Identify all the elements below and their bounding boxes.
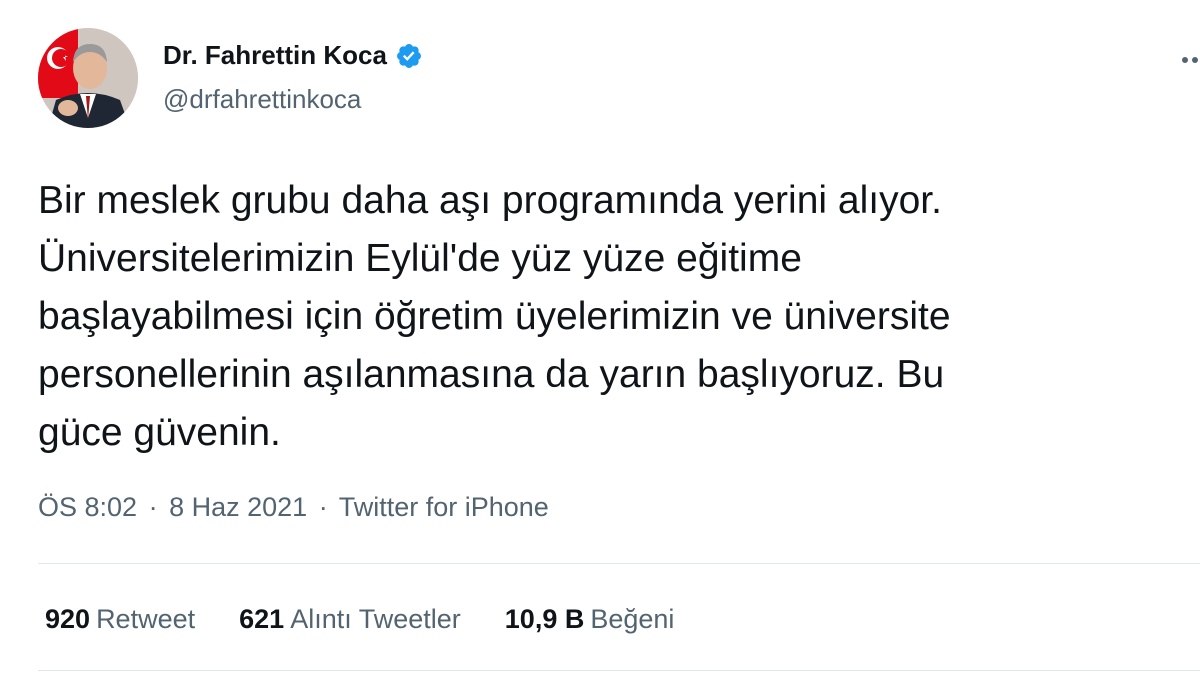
avatar[interactable]: [38, 28, 138, 128]
retweet-count[interactable]: 920 Retweet: [45, 604, 195, 635]
tweet-text-line: personellerinin aşılanmasına da yarın ba…: [38, 353, 945, 396]
tweet-time[interactable]: ÖS 8:02: [38, 492, 137, 522]
tweet-stats: 920 Retweet 621 Alıntı Tweetler 10,9 B Beğe…: [45, 604, 674, 635]
more-options-icon[interactable]: [1180, 40, 1200, 80]
tweet-text-line: Bir meslek grubu daha aşı programında ye…: [38, 179, 942, 222]
tweet-date[interactable]: 8 Haz 2021: [169, 492, 307, 522]
tweet-source[interactable]: Twitter for iPhone: [339, 492, 549, 522]
tweet-text-line: Üniversitelerimizin Eylül'de yüz yüze eğ…: [38, 237, 802, 280]
user-handle[interactable]: @drfahrettinkoca: [163, 84, 361, 115]
quote-count[interactable]: 621 Alıntı Tweetler: [239, 604, 461, 635]
retweet-label: Retweet: [96, 604, 196, 634]
tweet-text-line: güce güvenin.: [38, 411, 281, 454]
retweet-number: 920: [45, 604, 91, 634]
tweet-text-line: başlayabilmesi için öğretim üyelerimizin…: [38, 295, 951, 338]
meta-separator: ·: [318, 492, 328, 522]
avatar-photo: [38, 28, 138, 128]
tweet-text: Bir meslek grubu daha aşı programında ye…: [38, 172, 1178, 462]
divider: [38, 563, 1200, 564]
quote-label: Alıntı Tweetler: [290, 604, 461, 634]
like-count[interactable]: 10,9 B Beğeni: [505, 604, 675, 635]
like-number: 10,9 B: [504, 604, 585, 634]
display-name[interactable]: Dr. Fahrettin Koca: [163, 40, 387, 71]
meta-separator: ·: [148, 492, 158, 522]
tweet-card: Dr. Fahrettin Koca @drfahrettinkoca Bir …: [0, 0, 1200, 675]
divider: [38, 670, 1200, 671]
quote-number: 621: [239, 604, 285, 634]
like-label: Beğeni: [590, 604, 675, 634]
verified-badge-icon: [395, 42, 423, 70]
tweet-meta: ÖS 8:02 · 8 Haz 2021 · Twitter for iPhon…: [38, 492, 549, 523]
name-row: Dr. Fahrettin Koca: [163, 40, 423, 71]
